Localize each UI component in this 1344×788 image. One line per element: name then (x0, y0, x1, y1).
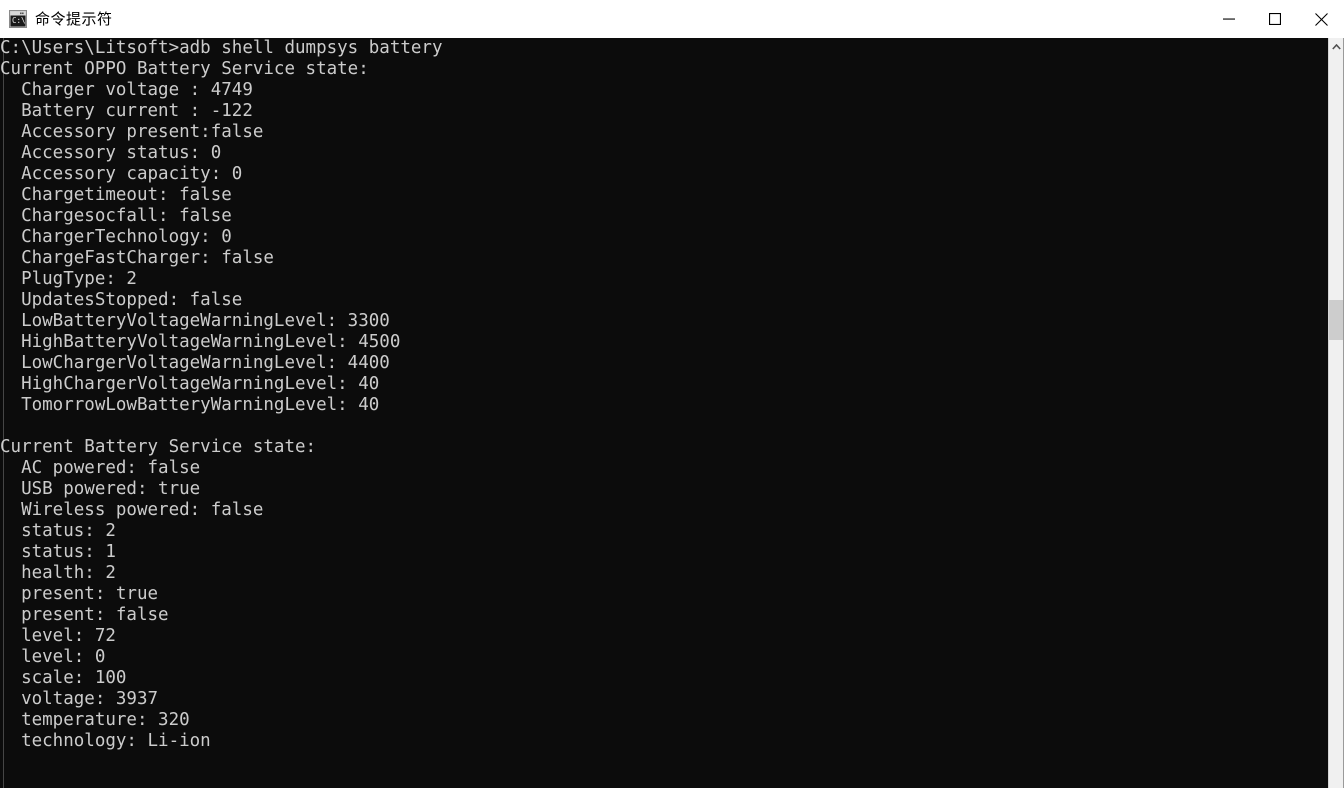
terminal-output-area[interactable]: C:\Users\Litsoft>adb shell dumpsys batte… (0, 38, 1328, 788)
chevron-up-icon (1332, 43, 1341, 50)
svg-text:C:\: C:\ (12, 16, 26, 25)
maximize-icon (1269, 13, 1281, 25)
close-button[interactable] (1298, 0, 1344, 38)
vertical-scrollbar[interactable] (1328, 38, 1344, 788)
close-icon (1314, 12, 1328, 26)
scrollbar-up-button[interactable] (1329, 38, 1344, 55)
scrollbar-thumb[interactable] (1329, 300, 1344, 340)
maximize-button[interactable] (1252, 0, 1298, 38)
terminal-text: C:\Users\Litsoft>adb shell dumpsys batte… (0, 38, 443, 751)
minimize-icon (1223, 18, 1235, 20)
window-title: 命令提示符 (35, 10, 113, 28)
command-prompt-window: C:\ 命令提示符 C:\Users\Litsoft>adb shell dum… (0, 0, 1344, 788)
cmd-icon: C:\ (9, 10, 27, 28)
minimize-button[interactable] (1206, 0, 1252, 38)
titlebar[interactable]: C:\ 命令提示符 (0, 0, 1344, 38)
